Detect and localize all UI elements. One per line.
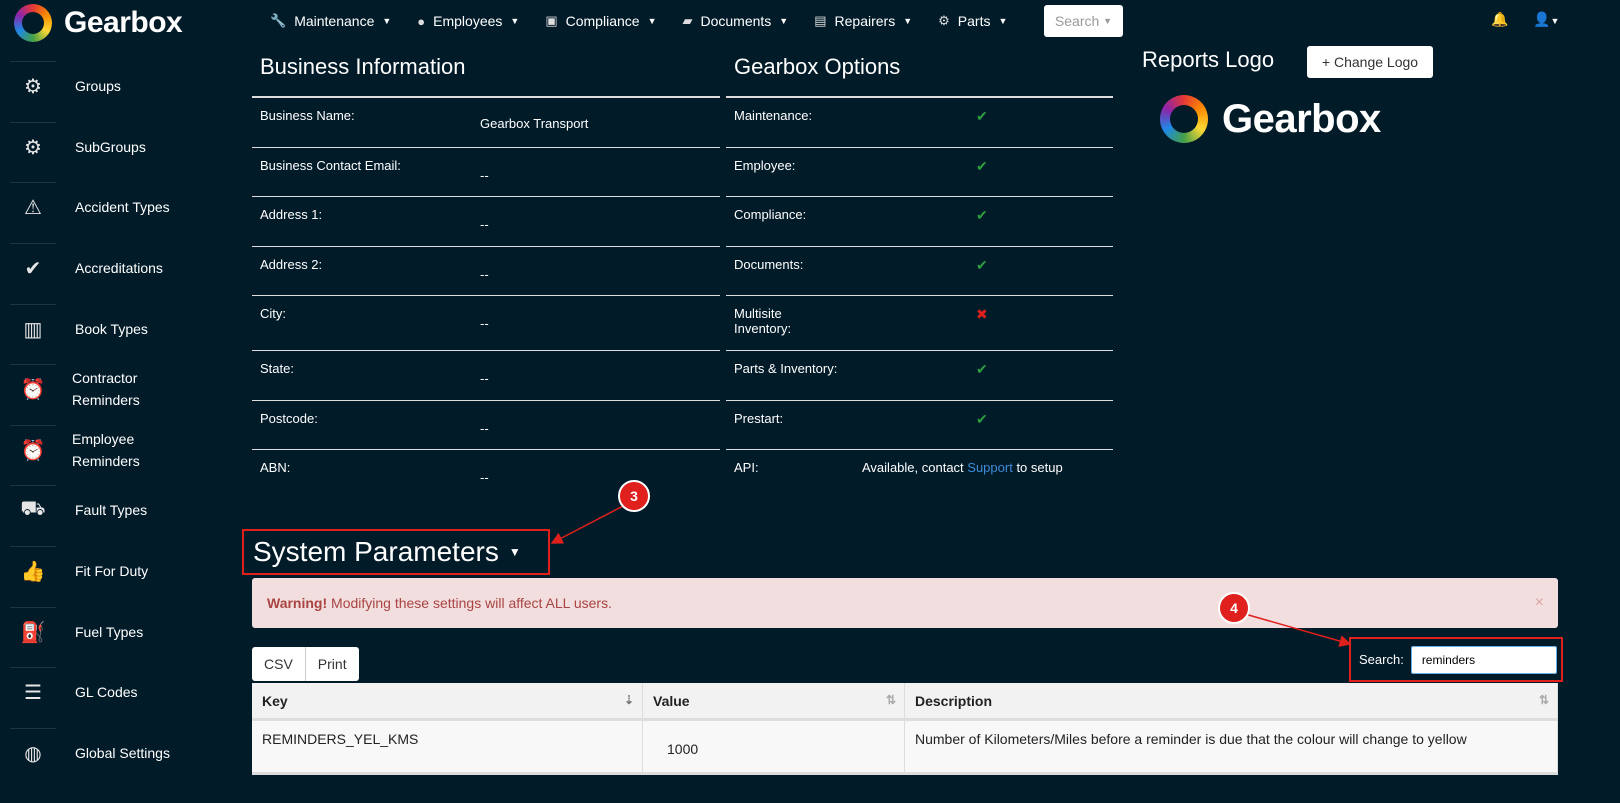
annotation-badge: 3: [618, 480, 650, 512]
annotation-arrows: [550, 504, 1352, 647]
annotation-badge: 4: [1218, 592, 1250, 624]
